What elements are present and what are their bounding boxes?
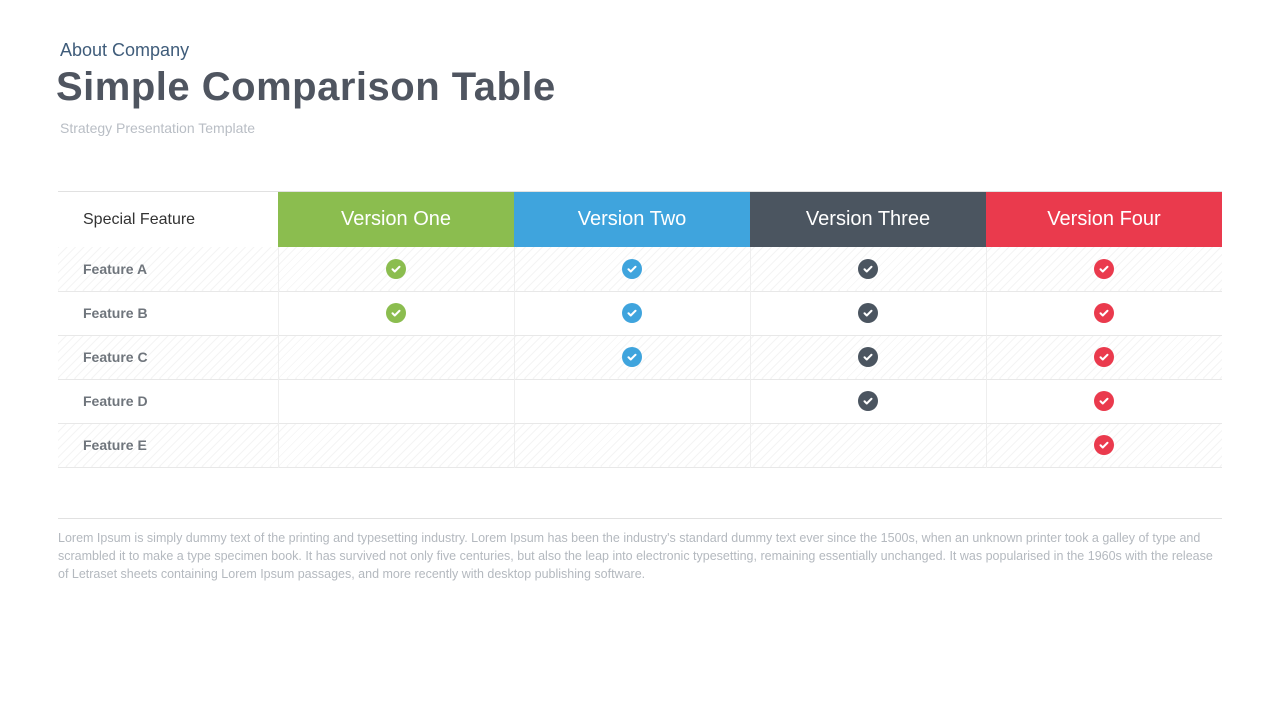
feature-cell [750,423,986,467]
check-icon [622,303,642,323]
check-icon [1094,435,1114,455]
check-icon [858,259,878,279]
column-header-version-one: Version One [278,192,514,247]
check-icon [386,303,406,323]
feature-cell [514,291,750,335]
table-header-row: Special Feature Version One Version Two … [58,192,1222,247]
feature-cell [514,247,750,291]
column-header-version-three: Version Three [750,192,986,247]
table-row: Feature C [58,335,1222,379]
feature-cell [278,247,514,291]
check-icon [858,391,878,411]
check-icon [1094,347,1114,367]
check-icon [622,259,642,279]
subtitle: Strategy Presentation Template [60,120,1230,136]
check-icon [386,259,406,279]
feature-cell [278,379,514,423]
table-row: Feature A [58,247,1222,291]
feature-label: Feature D [58,379,278,423]
feature-cell [986,379,1222,423]
feature-label: Feature A [58,247,278,291]
table-row: Feature E [58,423,1222,467]
feature-column-header: Special Feature [58,192,278,247]
feature-label: Feature C [58,335,278,379]
comparison-table: Special Feature Version One Version Two … [58,191,1222,468]
check-icon [1094,303,1114,323]
feature-cell [278,335,514,379]
column-header-version-four: Version Four [986,192,1222,247]
check-icon [858,347,878,367]
feature-cell [986,335,1222,379]
feature-cell [278,423,514,467]
footer-separator [58,518,1222,519]
feature-cell [986,247,1222,291]
feature-cell [514,379,750,423]
feature-cell [986,291,1222,335]
column-header-version-two: Version Two [514,192,750,247]
feature-cell [750,379,986,423]
slide: About Company Simple Comparison Table St… [0,0,1280,720]
table-row: Feature B [58,291,1222,335]
feature-cell [750,335,986,379]
check-icon [1094,259,1114,279]
feature-cell [750,247,986,291]
feature-label: Feature E [58,423,278,467]
feature-cell [514,335,750,379]
feature-cell [278,291,514,335]
check-icon [1094,391,1114,411]
eyebrow: About Company [60,40,1230,61]
feature-cell [514,423,750,467]
check-icon [622,347,642,367]
page-title: Simple Comparison Table [56,65,1230,110]
check-icon [858,303,878,323]
footer-text: Lorem Ipsum is simply dummy text of the … [58,529,1222,583]
feature-cell [986,423,1222,467]
feature-cell [750,291,986,335]
table-body: Feature AFeature BFeature CFeature DFeat… [58,247,1222,467]
feature-label: Feature B [58,291,278,335]
table-row: Feature D [58,379,1222,423]
